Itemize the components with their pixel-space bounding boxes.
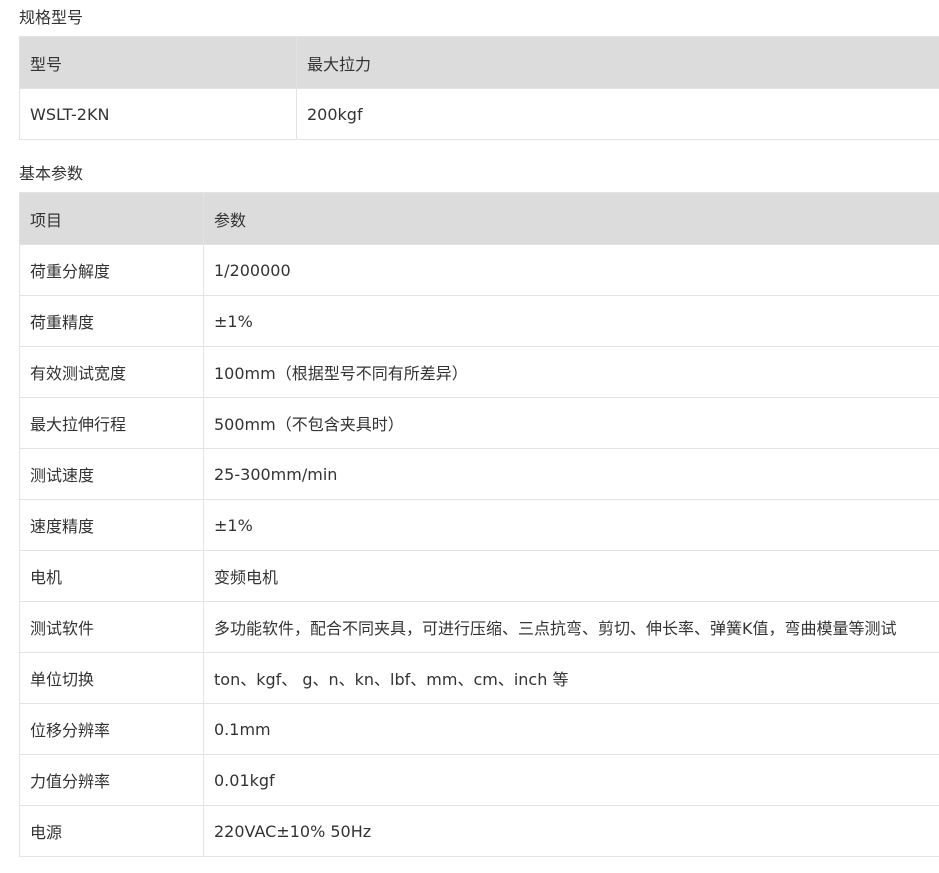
table-row: 有效测试宽度 100mm（根据型号不同有所差异） xyxy=(19,346,939,398)
table-row: 速度精度 ±1% xyxy=(19,499,939,551)
spec-section-title: 规格型号 xyxy=(19,8,84,27)
cell-item: 电源 xyxy=(19,805,204,857)
cell-value: ±1% xyxy=(203,499,939,551)
cell-value: 0.01kgf xyxy=(203,754,939,806)
table-header-row: 型号 最大拉力 xyxy=(19,36,939,89)
cell-item: 速度精度 xyxy=(19,499,204,551)
cell-item: 位移分辨率 xyxy=(19,703,204,755)
header-param: 参数 xyxy=(203,192,939,245)
table-row: 电机 变频电机 xyxy=(19,550,939,602)
params-table: 项目 参数 荷重分解度 1/200000 荷重精度 ±1% 有效测试宽度 100… xyxy=(19,192,939,857)
cell-item: 测试软件 xyxy=(19,601,204,653)
cell-max-force: 200kgf xyxy=(296,88,939,140)
cell-item: 荷重分解度 xyxy=(19,244,204,296)
cell-item: 电机 xyxy=(19,550,204,602)
table-row: 测试软件 多功能软件，配合不同夹具，可进行压缩、三点抗弯、剪切、伸长率、弹簧K值… xyxy=(19,601,939,653)
table-row: 最大拉伸行程 500mm（不包含夹具时） xyxy=(19,397,939,449)
table-row: WSLT-2KN 200kgf xyxy=(19,88,939,140)
cell-value: ±1% xyxy=(203,295,939,347)
header-model: 型号 xyxy=(19,36,297,89)
table-row: 力值分辨率 0.01kgf xyxy=(19,754,939,806)
cell-item: 最大拉伸行程 xyxy=(19,397,204,449)
cell-value: 1/200000 xyxy=(203,244,939,296)
cell-value: ton、kgf、 g、n、kn、lbf、mm、cm、inch 等 xyxy=(203,652,939,704)
table-row: 电源 220VAC±10% 50Hz xyxy=(19,805,939,857)
table-header-row: 项目 参数 xyxy=(19,192,939,245)
spec-table: 型号 最大拉力 WSLT-2KN 200kgf xyxy=(19,36,939,140)
table-row: 荷重分解度 1/200000 xyxy=(19,244,939,296)
cell-value: 25-300mm/min xyxy=(203,448,939,500)
cell-value: 0.1mm xyxy=(203,703,939,755)
cell-item: 荷重精度 xyxy=(19,295,204,347)
cell-value: 100mm（根据型号不同有所差异） xyxy=(203,346,939,398)
cell-item: 有效测试宽度 xyxy=(19,346,204,398)
table-row: 测试速度 25-300mm/min xyxy=(19,448,939,500)
header-max-force: 最大拉力 xyxy=(296,36,939,89)
cell-model: WSLT-2KN xyxy=(19,88,297,140)
cell-value: 多功能软件，配合不同夹具，可进行压缩、三点抗弯、剪切、伸长率、弹簧K值，弯曲模量… xyxy=(203,601,939,653)
table-row: 位移分辨率 0.1mm xyxy=(19,703,939,755)
table-row: 荷重精度 ±1% xyxy=(19,295,939,347)
cell-value: 变频电机 xyxy=(203,550,939,602)
header-item: 项目 xyxy=(19,192,204,245)
cell-item: 单位切换 xyxy=(19,652,204,704)
cell-value: 500mm（不包含夹具时） xyxy=(203,397,939,449)
table-row: 单位切换 ton、kgf、 g、n、kn、lbf、mm、cm、inch 等 xyxy=(19,652,939,704)
cell-value: 220VAC±10% 50Hz xyxy=(203,805,939,857)
cell-item: 测试速度 xyxy=(19,448,204,500)
cell-item: 力值分辨率 xyxy=(19,754,204,806)
params-section-title: 基本参数 xyxy=(19,164,84,183)
